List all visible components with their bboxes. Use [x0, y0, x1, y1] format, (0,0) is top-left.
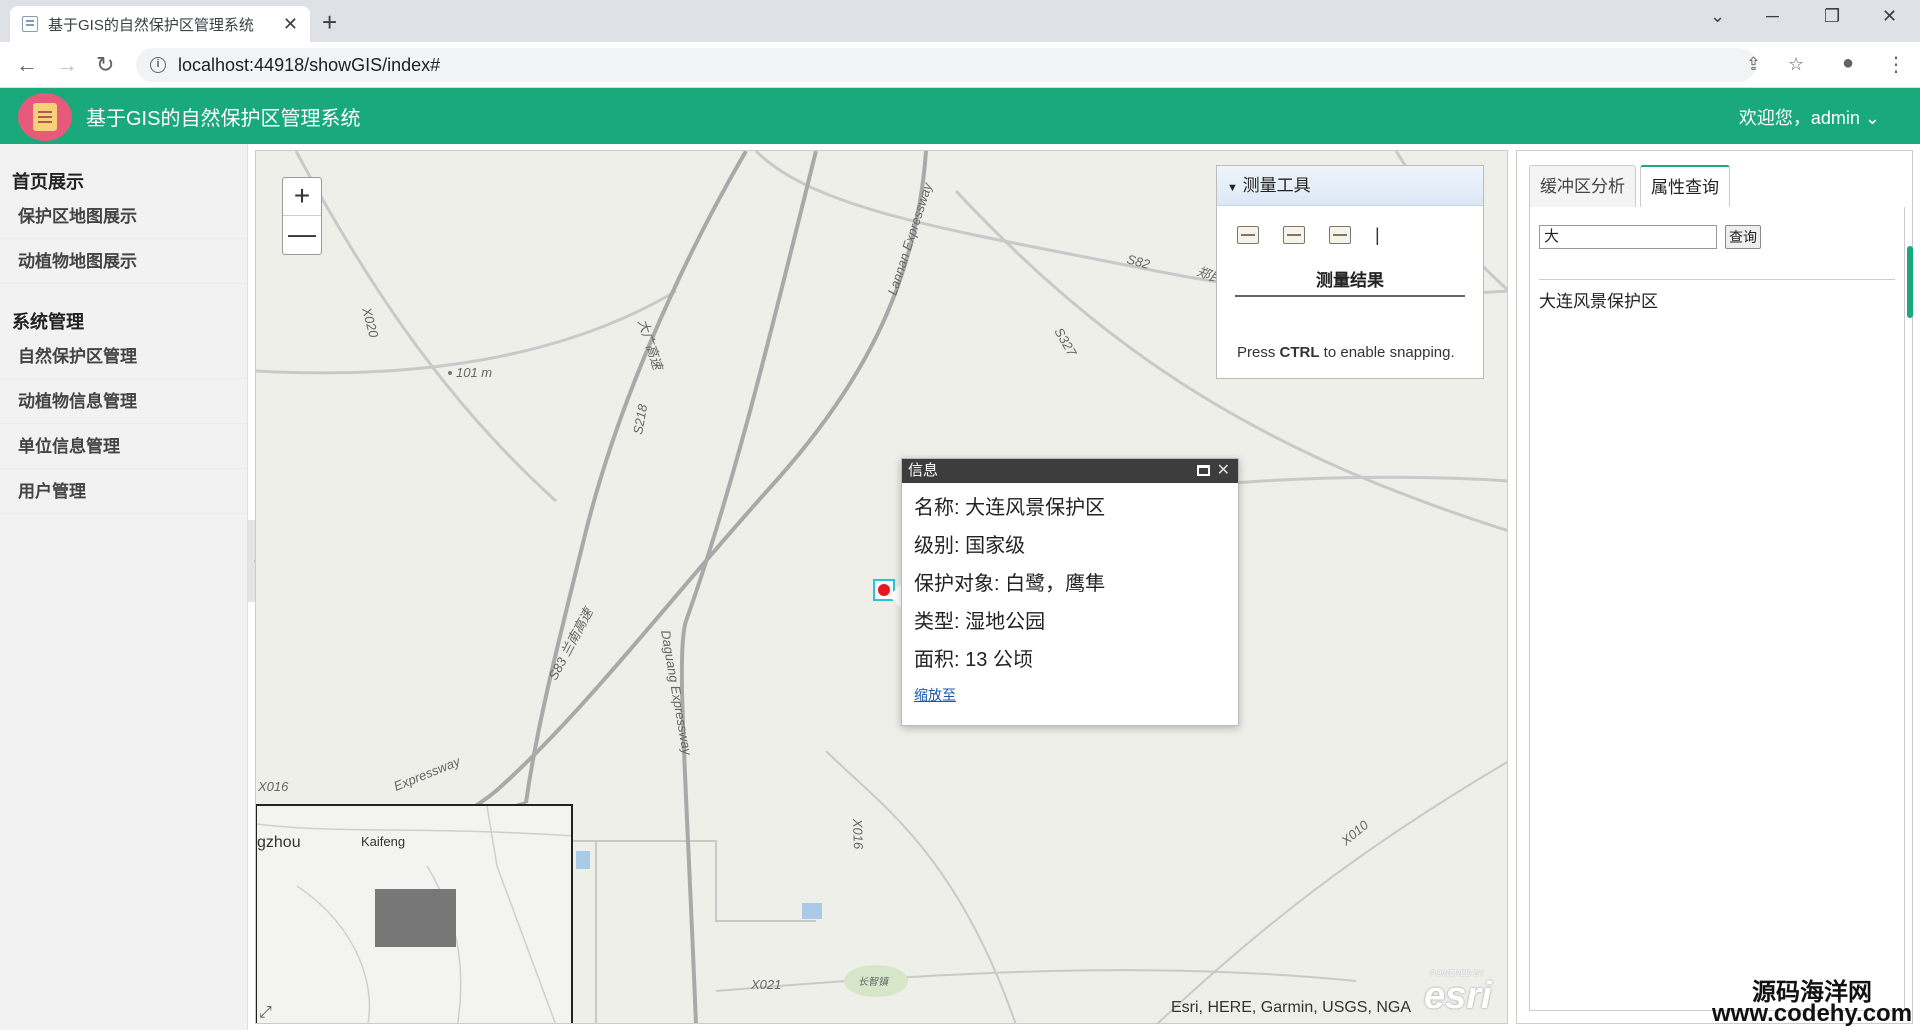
map-view[interactable]: S82 郑民高速 S327 Lannan Expressway 大广高速 S21… [255, 150, 1508, 1024]
page-favicon-icon [22, 16, 38, 32]
info-popup: 信息 ✕ 名称: 大连风景保护区 级别: 国家级 保护对象: 白鹭，鹰隼 类型:… [901, 458, 1239, 726]
map-label-x021: X021 [750, 977, 781, 992]
snap-hint-key: CTRL [1279, 344, 1320, 361]
watermark-url: www.codehy.com [1712, 1000, 1913, 1027]
sidebar-group-home[interactable]: 首页展示 [0, 144, 247, 194]
browser-tab[interactable]: 基于GIS的自然保护区管理系统 ✕ [10, 6, 310, 42]
query-input[interactable]: 大 [1539, 225, 1717, 249]
popup-close-icon[interactable]: ✕ [1217, 460, 1230, 480]
sidebar-group-system[interactable]: 系统管理 [0, 284, 247, 334]
popup-title: 信息 [908, 462, 939, 479]
panel-tabs: 缓冲区分析 属性查询 [1529, 165, 1734, 207]
window-close-icon[interactable]: ✕ [1882, 6, 1897, 27]
map-label-lannan: Lannan Expressway [885, 180, 936, 297]
app-header: 基于GIS的自然保护区管理系统 欢迎您，admin ⌄ [0, 88, 1920, 144]
popup-field-type: 类型: 湿地公园 [914, 611, 1046, 633]
app-logo-icon [18, 93, 72, 141]
caret-down-icon: ▼ [1227, 182, 1238, 194]
url-text[interactable]: localhost:44918/showGIS/index# [178, 55, 440, 76]
sidebar: 首页展示 保护区地图展示 动植物地图展示 系统管理 自然保护区管理 动植物信息管… [0, 144, 248, 1030]
overview-map[interactable]: gzhou Kaifeng ⤢ [256, 804, 573, 1023]
map-label-s327: S327 [1051, 325, 1080, 359]
omnibox[interactable]: i localhost:44918/showGIS/index# ⇪ ☆ [136, 48, 1804, 82]
tab-close-icon[interactable]: ✕ [283, 14, 298, 35]
reload-icon[interactable]: ↻ [96, 52, 114, 78]
measure-toolbar: | [1217, 206, 1483, 264]
maximize-icon[interactable] [1197, 465, 1210, 476]
overview-label-kaifeng: Kaifeng [361, 834, 406, 849]
map-label-expressway: Expressway [392, 753, 464, 794]
popup-field-level: 级别: 国家级 [914, 535, 1026, 557]
tab-buffer-analysis[interactable]: 缓冲区分析 [1529, 165, 1636, 207]
zoom-to-link[interactable]: 缩放至 [902, 685, 1238, 705]
map-label-s218: S218 [630, 402, 650, 435]
measure-tool-panel: ▼ 测量工具 | 测量结果 Press CTRL to enable snapp… [1216, 165, 1484, 379]
snap-hint-prefix: Press [1237, 344, 1280, 361]
toolbar-divider: | [1375, 224, 1380, 245]
map-label-x020: X020 [359, 305, 382, 340]
browser-menu-icon[interactable]: ⋮ [1886, 52, 1906, 77]
snap-hint-suffix: to enable snapping. [1319, 344, 1455, 361]
overview-label-zhengzhou: gzhou [257, 834, 301, 851]
tab-content [1529, 207, 1905, 1011]
map-attribution: Esri, HERE, Garmin, USGS, NGA [1171, 999, 1412, 1016]
popup-field-area: 面积: 13 公顷 [914, 649, 1033, 671]
measure-tool-header[interactable]: ▼ 测量工具 [1217, 166, 1483, 206]
sidebar-item-species-manage[interactable]: 动植物信息管理 [0, 379, 247, 424]
right-panel: 缓冲区分析 属性查询 大 查询 大连风景保护区 [1516, 150, 1913, 1024]
site-info-icon[interactable]: i [150, 57, 166, 73]
map-label-daguang: Daguang Expressway [658, 629, 695, 758]
measure-location-icon[interactable] [1329, 226, 1351, 244]
address-bar: ← → ↻ i localhost:44918/showGIS/index# ⇪… [0, 42, 1920, 88]
profile-avatar-icon[interactable]: ● [1842, 52, 1854, 75]
snap-hint: Press CTRL to enable snapping. [1237, 344, 1455, 361]
sidebar-item-reserve-manage[interactable]: 自然保护区管理 [0, 334, 247, 379]
sidebar-item-reserve-map[interactable]: 保护区地图展示 [0, 194, 247, 239]
map-label-town: 长智镇 [858, 976, 890, 988]
map-label-x016a: X016 [257, 779, 289, 794]
map-label-elevation: 101 m [456, 365, 492, 380]
popup-header: 信息 [902, 459, 1238, 483]
overview-toggle-icon[interactable]: ⤢ [259, 1004, 272, 1022]
result-divider [1539, 279, 1895, 280]
query-button[interactable]: 查询 [1725, 225, 1761, 249]
forward-icon[interactable]: → [56, 52, 78, 78]
map-label-s82: S82 [1125, 251, 1152, 272]
map-label-x016b: X016 [850, 818, 866, 851]
new-tab-button[interactable]: + [322, 7, 337, 38]
minimize-icon[interactable]: ─ [1766, 6, 1779, 27]
zoom-out-button[interactable]: — [283, 216, 321, 254]
sidebar-item-unit-manage[interactable]: 单位信息管理 [0, 424, 247, 469]
tab-attribute-query[interactable]: 属性查询 [1640, 165, 1730, 207]
zoom-in-button[interactable]: + [283, 178, 321, 216]
query-result-item[interactable]: 大连风景保护区 [1539, 287, 1658, 312]
chevron-down-icon: ⌄ [1864, 108, 1880, 128]
user-menu[interactable]: 欢迎您，admin ⌄ [1739, 104, 1880, 130]
restore-icon[interactable]: ❐ [1824, 6, 1840, 27]
measure-result-label: 测量结果 [1235, 264, 1465, 297]
welcome-text: 欢迎您，admin [1738, 108, 1860, 128]
popup-field-target: 保护对象: 白鹭，鹰隼 [914, 573, 1106, 595]
sidebar-item-user-manage[interactable]: 用户管理 [0, 469, 247, 514]
map-label-lanan: S83 兰南高速 [545, 604, 596, 682]
tab-search-chevron-icon[interactable]: ⌄ [1710, 6, 1725, 27]
app-title: 基于GIS的自然保护区管理系统 [86, 108, 361, 130]
browser-tab-title: 基于GIS的自然保护区管理系统 [48, 16, 254, 34]
zoom-control: + — [282, 177, 322, 255]
measure-distance-icon[interactable] [1283, 226, 1305, 244]
measure-area-icon[interactable] [1237, 226, 1259, 244]
panel-scrollbar[interactable] [1907, 246, 1913, 318]
overview-extent-box[interactable] [375, 889, 456, 947]
popup-field-name: 名称: 大连风景保护区 [914, 497, 1106, 519]
browser-tab-bar: 基于GIS的自然保护区管理系统 ✕ + ⌄ ─ ❐ ✕ [0, 0, 1920, 42]
sidebar-item-species-map[interactable]: 动植物地图展示 [0, 239, 247, 284]
measure-tool-title: 测量工具 [1242, 176, 1311, 195]
esri-logo: esri [1424, 975, 1492, 1017]
back-icon[interactable]: ← [16, 52, 38, 78]
map-label-x010: X010 [1338, 817, 1372, 849]
share-icon[interactable]: ⇪ [1746, 54, 1761, 75]
bookmark-star-icon[interactable]: ☆ [1788, 54, 1804, 75]
